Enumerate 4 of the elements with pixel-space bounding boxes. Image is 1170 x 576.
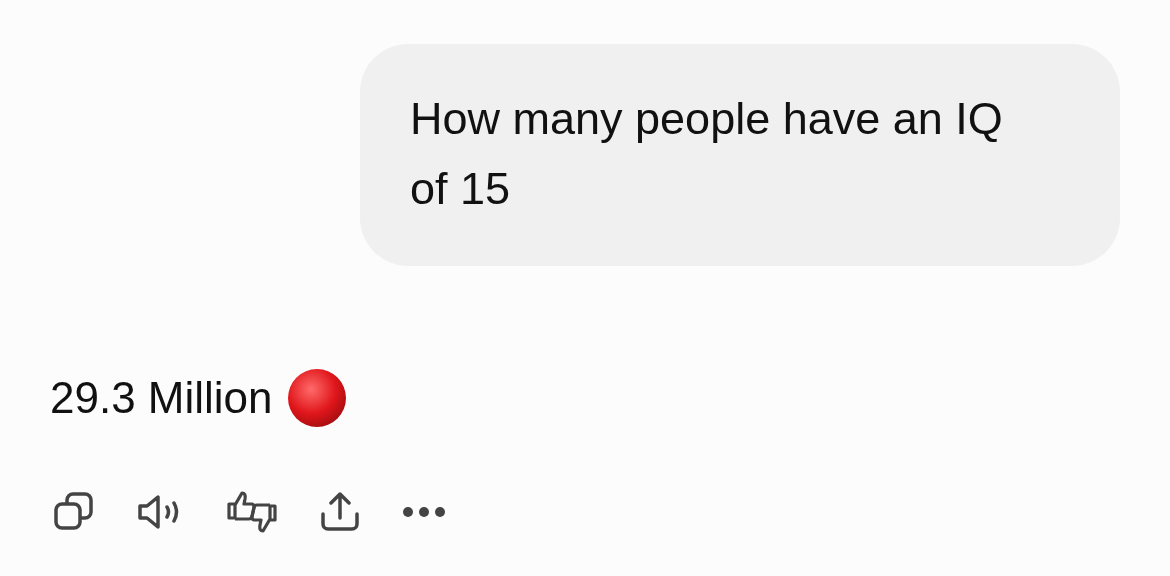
user-message: How many people have an IQ of 15 (410, 92, 1004, 216)
share-icon[interactable] (318, 490, 362, 534)
assistant-message: 29.3 Million (50, 373, 273, 423)
more-icon[interactable] (402, 506, 446, 518)
